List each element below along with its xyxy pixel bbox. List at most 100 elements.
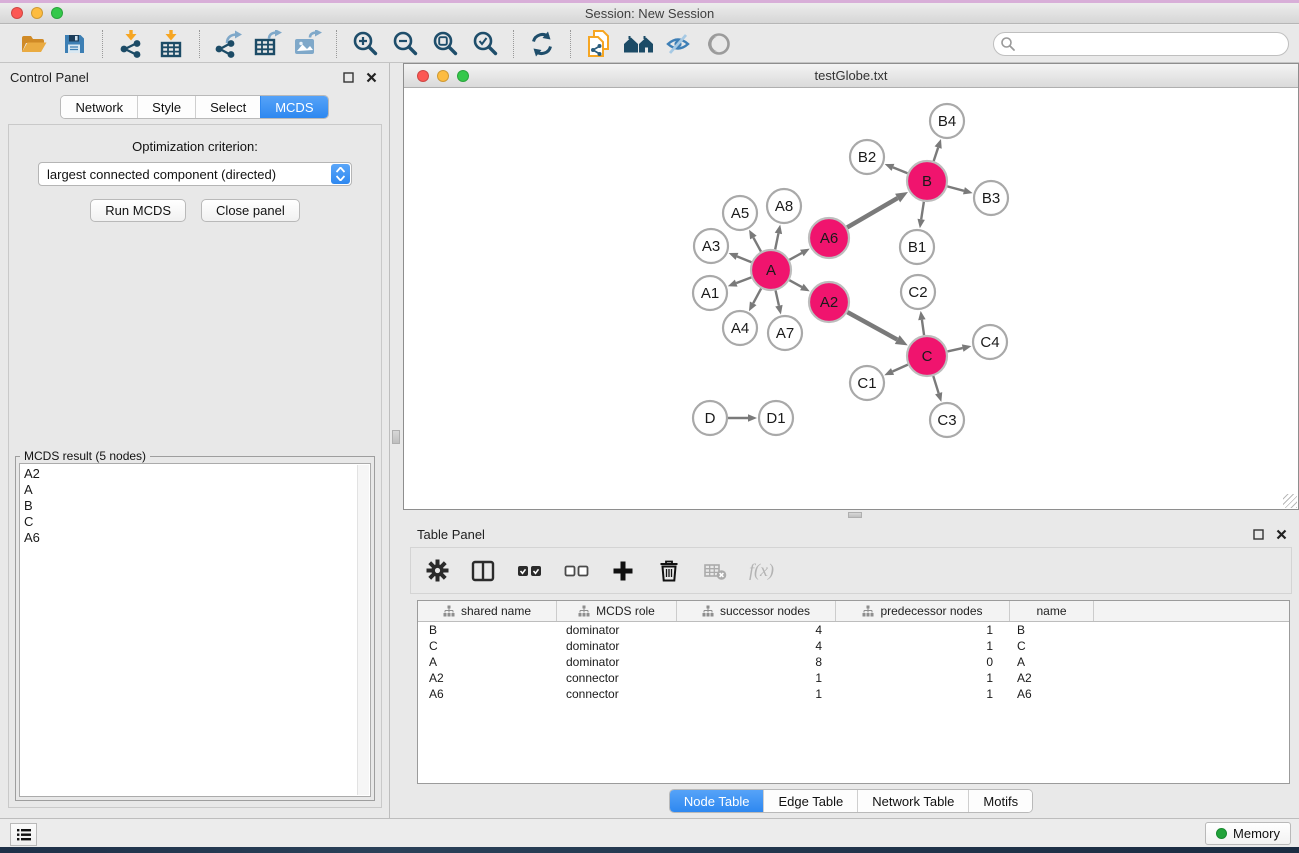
graph-node-A5[interactable]: A5 (723, 196, 757, 230)
tab-style[interactable]: Style (137, 96, 195, 118)
graph-edge-A2-C[interactable] (847, 312, 897, 339)
vertical-splitter[interactable] (390, 63, 403, 818)
zoom-selected-icon[interactable] (465, 29, 505, 59)
run-mcds-button[interactable]: Run MCDS (90, 199, 186, 222)
save-session-icon[interactable] (54, 29, 94, 59)
graph-node-D1[interactable]: D1 (759, 401, 793, 435)
graph-edge-A6-B[interactable] (847, 198, 897, 227)
export-table-icon[interactable] (248, 29, 288, 59)
column-header-predecessor-nodes[interactable]: predecessor nodes (836, 601, 1010, 621)
result-list-item[interactable]: A6 (24, 530, 370, 546)
graph-node-A2[interactable]: A2 (809, 282, 849, 322)
add-row-icon[interactable] (611, 559, 635, 583)
result-list-item[interactable]: A (24, 482, 370, 498)
graph-node-B3[interactable]: B3 (974, 181, 1008, 215)
function-builder-icon[interactable]: f(x) (749, 560, 774, 581)
tab-motifs[interactable]: Motifs (968, 790, 1032, 812)
mcds-result-list[interactable]: A2ABCA6 (19, 463, 371, 797)
home-views-icon[interactable] (619, 29, 659, 59)
zoom-out-icon[interactable] (385, 29, 425, 59)
column-header-shared-name[interactable]: shared name (418, 601, 557, 621)
memory-button[interactable]: Memory (1205, 822, 1291, 845)
float-panel-icon[interactable] (1250, 526, 1266, 542)
result-list-scrollbar[interactable] (357, 465, 369, 795)
graph-edge-A-A4[interactable] (753, 289, 761, 304)
graph-edge-C-C3[interactable] (933, 376, 938, 393)
graph-node-A1[interactable]: A1 (693, 276, 727, 310)
hide-graphics-details-icon[interactable] (659, 29, 699, 59)
graph-node-C[interactable]: C (907, 336, 947, 376)
graph-node-B1[interactable]: B1 (900, 230, 934, 264)
splitter-grip[interactable] (392, 430, 400, 444)
graph-edge-A-A1[interactable] (736, 277, 751, 283)
show-columns-icon[interactable] (471, 559, 495, 583)
tab-edge-table[interactable]: Edge Table (763, 790, 857, 812)
horizontal-splitter[interactable] (403, 510, 1299, 520)
open-session-icon[interactable] (14, 29, 54, 59)
close-panel-icon[interactable] (363, 69, 379, 85)
close-panel-icon[interactable] (1273, 526, 1289, 542)
table-row[interactable]: Cdominator41C (418, 638, 1289, 654)
graph-node-D[interactable]: D (693, 401, 727, 435)
graph-node-C2[interactable]: C2 (901, 275, 935, 309)
graph-node-B2[interactable]: B2 (850, 140, 884, 174)
graph-node-A3[interactable]: A3 (694, 229, 728, 263)
graph-edge-C-C1[interactable] (893, 365, 908, 372)
graph-node-A8[interactable]: A8 (767, 189, 801, 223)
graph-edge-B-B2[interactable] (893, 167, 908, 173)
delete-row-icon[interactable] (657, 559, 681, 583)
column-header-mcds-role[interactable]: MCDS role (557, 601, 677, 621)
graph-edge-B-B4[interactable] (934, 148, 939, 162)
tab-network-table[interactable]: Network Table (857, 790, 968, 812)
graph-edge-A-A8[interactable] (775, 233, 778, 249)
graph-node-A6[interactable]: A6 (809, 218, 849, 258)
export-network-icon[interactable] (208, 29, 248, 59)
graph-edge-C-C2[interactable] (922, 320, 924, 335)
graph-node-B4[interactable]: B4 (930, 104, 964, 138)
table-row[interactable]: Adominator80A (418, 654, 1289, 670)
node-table[interactable]: shared nameMCDS rolesuccessor nodesprede… (417, 600, 1290, 784)
network-canvas[interactable]: AA1A2A3A4A5A6A7A8BB1B2B3B4CC1C2C3C4DD1 (404, 88, 1298, 509)
delete-table-icon[interactable] (703, 559, 727, 583)
float-panel-icon[interactable] (340, 69, 356, 85)
tab-select[interactable]: Select (195, 96, 260, 118)
graph-node-C1[interactable]: C1 (850, 366, 884, 400)
graph-node-A7[interactable]: A7 (768, 316, 802, 350)
result-list-item[interactable]: B (24, 498, 370, 514)
result-list-item[interactable]: A2 (24, 466, 370, 482)
column-header-successor-nodes[interactable]: successor nodes (677, 601, 836, 621)
duplicate-network-view-icon[interactable] (579, 29, 619, 59)
graph-edge-B-B1[interactable] (921, 202, 924, 220)
graph-edge-A-A7[interactable] (776, 290, 779, 305)
graph-edge-A-A6[interactable] (789, 253, 801, 260)
bird-eye-view-icon[interactable] (699, 29, 739, 59)
graph-node-A4[interactable]: A4 (723, 311, 757, 345)
close-panel-button[interactable]: Close panel (201, 199, 300, 222)
graph-node-C3[interactable]: C3 (930, 403, 964, 437)
zoom-fit-content-icon[interactable] (425, 29, 465, 59)
zoom-in-icon[interactable] (345, 29, 385, 59)
table-row[interactable]: A6connector11A6 (418, 686, 1289, 702)
search-input[interactable] (993, 32, 1289, 56)
graph-edge-A-A3[interactable] (737, 256, 752, 262)
node-table-header[interactable]: shared nameMCDS rolesuccessor nodesprede… (418, 601, 1289, 622)
refresh-layout-icon[interactable] (522, 29, 562, 59)
graph-edge-B-B3[interactable] (947, 186, 964, 190)
tab-mcds[interactable]: MCDS (260, 96, 327, 118)
select-all-icon[interactable] (517, 559, 542, 583)
table-row[interactable]: Bdominator41B (418, 622, 1289, 638)
graph-node-B[interactable]: B (907, 161, 947, 201)
network-window-titlebar[interactable]: testGlobe.txt (404, 64, 1298, 88)
result-list-item[interactable]: C (24, 514, 370, 530)
deselect-all-icon[interactable] (564, 559, 589, 583)
export-image-icon[interactable] (288, 29, 328, 59)
tab-network[interactable]: Network (61, 96, 137, 118)
settings-gear-icon[interactable] (425, 559, 449, 583)
criterion-select[interactable]: largest connected component (directed) (38, 162, 352, 186)
graph-edge-A-A2[interactable] (789, 280, 801, 287)
splitter-grip[interactable] (848, 512, 862, 518)
import-network-icon[interactable] (111, 29, 151, 59)
graph-edge-A-A5[interactable] (753, 238, 761, 252)
graph-node-C4[interactable]: C4 (973, 325, 1007, 359)
resize-grip-icon[interactable] (1283, 494, 1297, 508)
